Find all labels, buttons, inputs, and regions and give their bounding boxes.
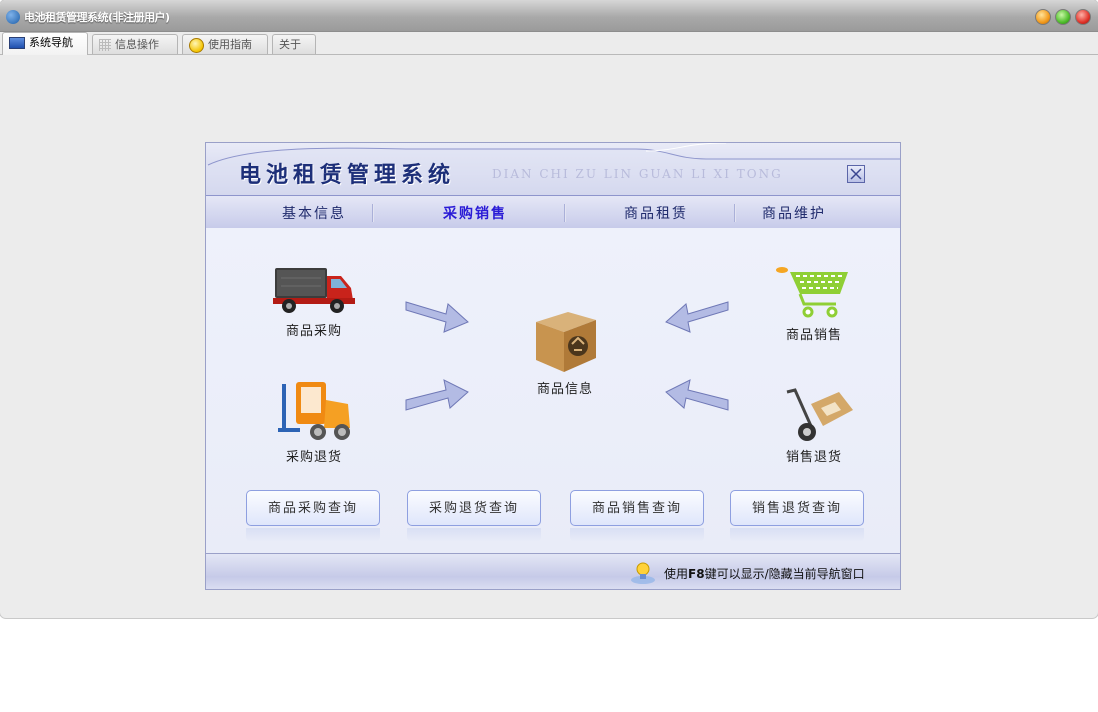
tab-about[interactable]: 关于 — [272, 34, 316, 54]
purchase-query-button[interactable]: 商品采购查询 — [246, 490, 380, 526]
purchase-return-label: 采购退货 — [285, 450, 342, 465]
nav-separator — [734, 204, 736, 222]
tab-info-ops[interactable]: 信息操作 — [92, 34, 178, 54]
app-window: 电池租赁管理系统(非注册用户) 系统导航 信息操作 使用指南 关于 电池租赁管理… — [0, 0, 1098, 618]
close-x-icon — [850, 168, 862, 180]
nav-goods-maintenance[interactable]: 商品维护 — [762, 203, 826, 223]
tab-label: 关于 — [279, 38, 301, 51]
navigation-panel: 电池租赁管理系统 DIAN CHI ZU LIN GUAN LI XI TONG… — [205, 142, 901, 590]
footer-hint-key: F8 — [688, 567, 705, 581]
tab-system-nav[interactable]: 系统导航 — [2, 32, 88, 55]
panel-subtitle: DIAN CHI ZU LIN GUAN LI XI TONG — [492, 167, 783, 181]
button-reflection — [246, 528, 380, 542]
footer-hint-prefix: 使用 — [664, 567, 689, 581]
nav-purchase-sales[interactable]: 采购销售 — [443, 203, 507, 223]
footer-hint: 使用F8键可以显示/隐藏当前导航窗口 — [664, 565, 865, 582]
panel-title: 电池租赁管理系统 — [239, 162, 456, 188]
tab-label: 系统导航 — [29, 36, 73, 49]
truck-icon — [273, 268, 355, 313]
forklift-icon — [278, 382, 350, 440]
goods-sales-label: 商品销售 — [785, 328, 842, 343]
arrow-left-icon — [665, 301, 729, 333]
monitor-icon — [9, 37, 25, 49]
panel-close-button[interactable] — [847, 165, 865, 183]
panel-nav: 基本信息 采购销售 商品租赁 商品维护 — [206, 195, 900, 229]
arrow-right-icon — [405, 379, 469, 411]
goods-info-label: 商品信息 — [536, 382, 593, 397]
tab-user-guide[interactable]: 使用指南 — [182, 34, 268, 54]
panel-header: 电池租赁管理系统 DIAN CHI ZU LIN GUAN LI XI TONG — [206, 143, 900, 195]
purchase-return-item[interactable]: 采购退货 — [254, 378, 374, 465]
help-icon — [189, 37, 204, 53]
tab-bar: 系统导航 信息操作 使用指南 关于 — [0, 32, 1098, 55]
maximize-button[interactable] — [1055, 9, 1071, 25]
grid-icon — [99, 39, 111, 51]
button-reflection — [570, 528, 704, 542]
nav-separator — [564, 204, 566, 222]
nav-goods-rental[interactable]: 商品租赁 — [624, 203, 688, 223]
arrow-left-icon — [665, 379, 729, 411]
window-title: 电池租赁管理系统(非注册用户) — [24, 11, 170, 24]
goods-purchase-item[interactable]: 商品采购 — [254, 262, 374, 339]
goods-sales-item[interactable]: 商品销售 — [754, 264, 874, 343]
goods-purchase-label: 商品采购 — [285, 324, 342, 339]
nav-basic-info[interactable]: 基本信息 — [282, 203, 346, 223]
box-icon — [536, 312, 596, 372]
minimize-button[interactable] — [1035, 9, 1051, 25]
sales-return-item[interactable]: 销售退货 — [754, 386, 874, 465]
lightbulb-icon — [631, 562, 655, 584]
hand-truck-icon — [786, 388, 853, 441]
panel-body: 商品采购 采购退货 商品信息 商品销售 销售退货 商品采购查询 采购退货查询 商… — [206, 228, 900, 554]
tab-label: 信息操作 — [115, 38, 159, 51]
button-reflection — [730, 528, 864, 542]
button-reflection — [407, 528, 541, 542]
sales-return-query-button[interactable]: 销售退货查询 — [730, 490, 864, 526]
goods-info-item[interactable]: 商品信息 — [510, 308, 620, 397]
arrow-right-icon — [405, 301, 469, 333]
shopping-cart-icon — [776, 267, 848, 318]
title-bar: 电池租赁管理系统(非注册用户) — [0, 0, 1098, 32]
close-button[interactable] — [1075, 9, 1091, 25]
sales-query-button[interactable]: 商品销售查询 — [570, 490, 704, 526]
panel-footer: 使用F8键可以显示/隐藏当前导航窗口 — [206, 553, 900, 589]
footer-hint-suffix: 键可以显示/隐藏当前导航窗口 — [704, 567, 865, 581]
sales-return-label: 销售退货 — [785, 450, 842, 465]
purchase-return-query-button[interactable]: 采购退货查询 — [407, 490, 541, 526]
nav-separator — [372, 204, 374, 222]
app-icon — [6, 10, 20, 24]
tab-label: 使用指南 — [208, 38, 252, 51]
